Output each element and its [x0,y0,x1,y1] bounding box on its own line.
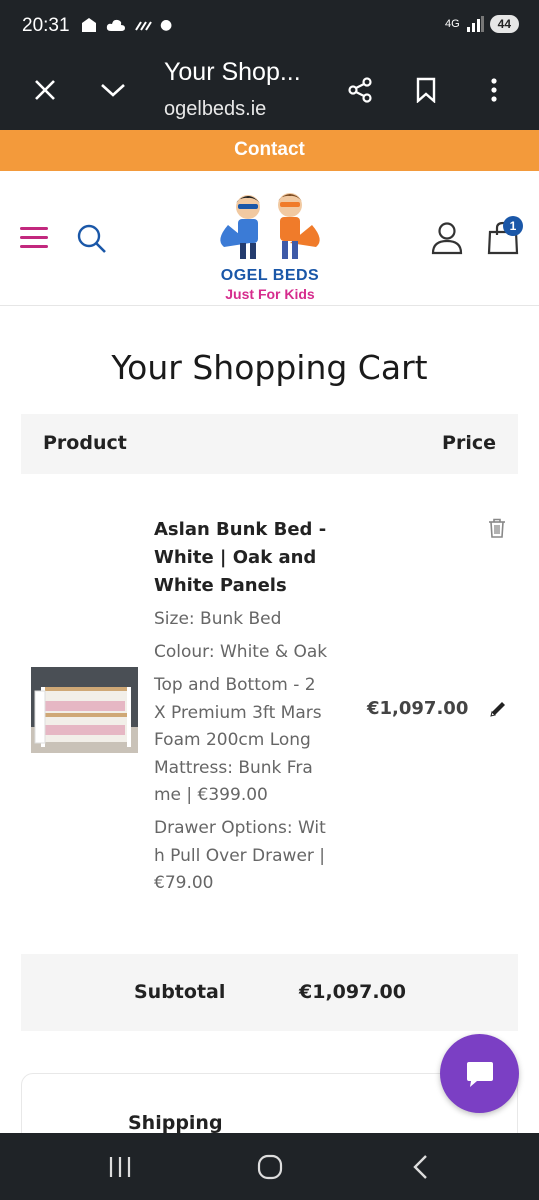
option-line: Size: Bunk Bed [154,609,282,629]
menu-button[interactable] [20,227,48,251]
close-tab-button[interactable] [27,72,63,108]
edit-item-button[interactable] [489,700,507,722]
bookmark-button[interactable] [408,72,444,108]
home-icon [257,1154,283,1180]
search-icon [77,224,106,253]
chat-button[interactable] [440,1034,519,1113]
system-nav-bar [0,1133,539,1200]
trash-icon [489,518,505,538]
user-icon [431,222,463,255]
dot-icon: ● [160,17,173,33]
option-line: h Pull Over Drawer | [154,845,326,866]
network-type: 4G [444,18,460,30]
product-name-line: White | Oak and [154,547,317,568]
back-button[interactable] [400,1151,440,1183]
option-line: Drawer Options: Wit [154,818,326,838]
product-name-line: White Panels [154,575,287,596]
option-line: me | €399.00 [154,785,268,805]
site-header: OGEL BEDS Just For Kids 1 [0,171,539,306]
menu-icon-line [20,227,48,230]
cart-count-badge: 1 [503,216,523,236]
site-logo[interactable]: OGEL BEDS Just For Kids [210,185,330,302]
logo-title: OGEL BEDS [220,267,320,284]
more-vertical-icon [491,78,497,102]
option-line: €79.00 [154,873,214,893]
page-title: Your Shopping Cart [111,348,428,387]
option-line: Colour: White & Oak [154,642,328,662]
cloud-icon [106,19,125,31]
remove-item-button[interactable] [488,518,506,542]
share-button[interactable] [342,72,378,108]
option-line: Mattress: Bunk Fra [154,757,313,778]
product-name-line: Aslan Bunk Bed - [154,519,327,540]
minimize-button[interactable] [95,72,131,108]
superhero-kids-logo-icon [220,193,320,259]
recent-apps-button[interactable] [100,1151,140,1183]
close-icon [35,80,55,100]
share-icon [348,77,372,103]
option-line: X Premium 3ft Mars [154,702,322,723]
bookmark-icon [416,77,436,103]
chat-icon [466,1061,493,1087]
subtotal-label: Subtotal [134,981,226,1003]
pencil-icon [490,702,505,717]
column-price: Price [442,432,496,454]
contact-bar[interactable]: Contact [0,130,539,171]
status-right: 4G 44 [445,15,519,33]
status-bar: 20:31 ● 4G 44 [0,0,539,52]
cart-table-header: Product Price [21,414,518,474]
bunk-bed-image [31,667,138,753]
search-button[interactable] [76,223,108,259]
battery-level: 44 [489,15,519,33]
signal-icon [466,16,484,32]
option-mattress: Top and Bottom - 2 X Premium 3ft Mars Fo… [154,672,344,810]
product-image[interactable] [31,667,138,753]
data-saver-icon [135,21,152,31]
menu-icon-line [20,245,48,248]
notification-icon [82,18,96,32]
column-product: Product [43,432,127,454]
menu-icon-line [20,236,48,239]
home-button[interactable] [250,1151,290,1183]
shipping-label: Shipping [128,1112,223,1134]
more-options-button[interactable] [476,72,512,108]
option-line: Foam 200cm Long [154,730,311,750]
option-size: Size: Bunk Bed [154,606,344,634]
status-icons: ● [80,17,172,33]
option-colour: Colour: White & Oak [154,639,344,667]
logo-tagline: Just For Kids [225,286,315,302]
account-button[interactable] [430,221,464,259]
option-drawer: Drawer Options: Wit h Pull Over Drawer |… [154,815,344,898]
status-time: 20:31 [22,15,70,36]
subtotal-row: Subtotal €1,097.00 [21,954,518,1031]
item-price: €1,097.00 [367,698,469,719]
back-icon [413,1155,427,1179]
browser-url[interactable]: ogelbeds.ie [164,98,266,121]
browser-page-title: Your Shop... [164,58,301,86]
recent-apps-icon [109,1157,131,1177]
browser-toolbar: Your Shop... ogelbeds.ie [0,52,539,130]
subtotal-value: €1,097.00 [299,981,406,1003]
option-line: Top and Bottom - 2 [154,675,316,695]
chevron-down-icon [101,84,125,97]
product-name-link[interactable]: Aslan Bunk Bed - White | Oak and White P… [154,516,354,600]
